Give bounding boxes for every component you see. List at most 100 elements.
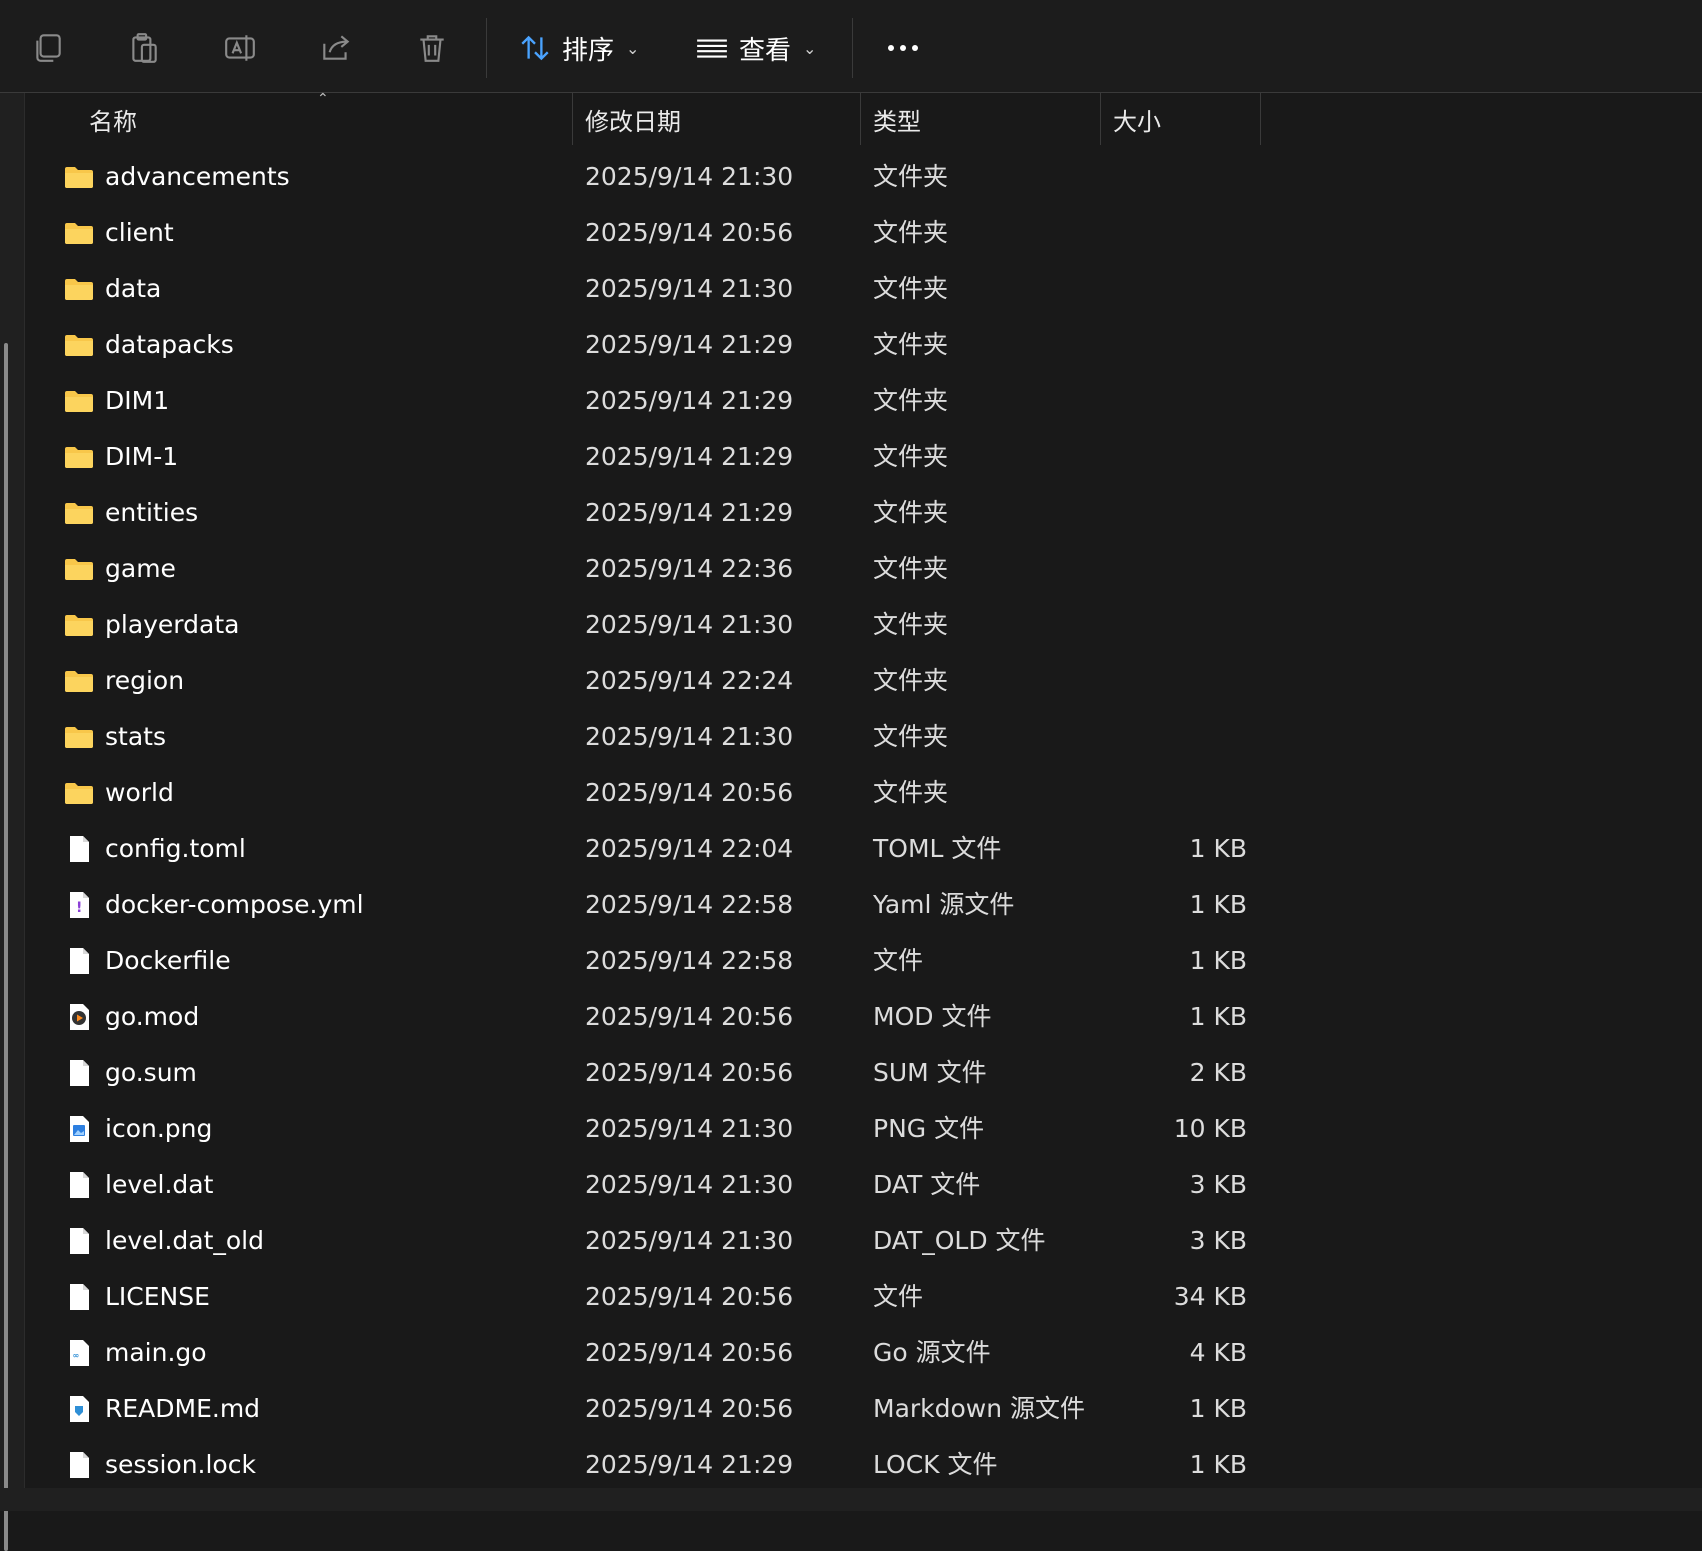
file-name: level.dat_old bbox=[105, 1226, 264, 1255]
file-row[interactable]: session.lock 2025/9/14 21:29 LOCK 文件 1 KB bbox=[25, 1437, 1675, 1493]
file-date: 2025/9/14 21:30 bbox=[585, 1226, 794, 1255]
file-row[interactable]: datapacks 2025/9/14 21:29 文件夹 bbox=[25, 317, 1675, 373]
file-icon bbox=[64, 1058, 94, 1088]
file-size: 1 KB bbox=[1189, 1002, 1247, 1031]
file-row[interactable]: world 2025/9/14 20:56 文件夹 bbox=[25, 765, 1675, 821]
file-name: Dockerfile bbox=[105, 946, 231, 975]
file-row[interactable]: icon.png 2025/9/14 21:30 PNG 文件 10 KB bbox=[25, 1101, 1675, 1157]
file-row[interactable]: DIM1 2025/9/14 21:29 文件夹 bbox=[25, 373, 1675, 429]
column-header-date[interactable]: 修改日期 bbox=[585, 93, 865, 145]
delete-icon[interactable] bbox=[408, 24, 456, 72]
view-button[interactable]: 查看 ⌄ bbox=[695, 22, 816, 74]
sort-icon bbox=[521, 35, 549, 61]
file-row[interactable]: level.dat 2025/9/14 21:30 DAT 文件 3 KB bbox=[25, 1157, 1675, 1213]
folder-icon bbox=[64, 554, 94, 584]
column-header-type[interactable]: 类型 bbox=[873, 93, 1093, 145]
file-row[interactable]: advancements 2025/9/14 21:30 文件夹 bbox=[25, 149, 1675, 205]
column-type-label: 类型 bbox=[873, 107, 921, 136]
file-row[interactable]: LICENSE 2025/9/14 20:56 文件 34 KB bbox=[25, 1269, 1675, 1325]
status-bar bbox=[0, 1488, 1702, 1511]
file-type: 文件夹 bbox=[873, 386, 949, 415]
file-type: 文件夹 bbox=[873, 442, 949, 471]
file-row[interactable]: config.toml 2025/9/14 22:04 TOML 文件 1 KB bbox=[25, 821, 1675, 877]
file-row[interactable]: data 2025/9/14 21:30 文件夹 bbox=[25, 261, 1675, 317]
file-date: 2025/9/14 20:56 bbox=[585, 1394, 794, 1423]
file-name: README.md bbox=[105, 1394, 261, 1423]
file-type: 文件夹 bbox=[873, 330, 949, 359]
file-name: region bbox=[105, 666, 185, 695]
yaml-file-icon: ! bbox=[64, 890, 94, 920]
folder-icon bbox=[64, 666, 94, 696]
file-name: stats bbox=[105, 722, 166, 751]
file-type: 文件夹 bbox=[873, 554, 949, 583]
file-row[interactable]: stats 2025/9/14 21:30 文件夹 bbox=[25, 709, 1675, 765]
svg-text:∞: ∞ bbox=[73, 1351, 80, 1360]
file-row[interactable]: DIM-1 2025/9/14 21:29 文件夹 bbox=[25, 429, 1675, 485]
column-header-name[interactable]: 名称 bbox=[89, 93, 589, 145]
folder-icon bbox=[64, 722, 94, 752]
file-date: 2025/9/14 22:36 bbox=[585, 554, 794, 583]
sort-button[interactable]: 排序 ⌄ bbox=[518, 22, 639, 74]
file-row[interactable]: go.sum 2025/9/14 20:56 SUM 文件 2 KB bbox=[25, 1045, 1675, 1101]
file-date: 2025/9/14 20:56 bbox=[585, 1282, 794, 1311]
file-type: Yaml 源文件 bbox=[873, 890, 1015, 919]
paste-icon[interactable] bbox=[120, 24, 168, 72]
file-row[interactable]: README.md 2025/9/14 20:56 Markdown 源文件 1 KB bbox=[25, 1381, 1675, 1437]
file-row[interactable]: go.mod 2025/9/14 20:56 MOD 文件 1 KB bbox=[25, 989, 1675, 1045]
file-date: 2025/9/14 20:56 bbox=[585, 1002, 794, 1031]
file-size bbox=[1085, 373, 1247, 429]
file-type: 文件夹 bbox=[873, 162, 949, 191]
file-list: 名称 ⌃ 修改日期 类型 大小 advancements 2025/9/14 21… bbox=[25, 91, 1702, 1488]
column-size-label: 大小 bbox=[1113, 107, 1161, 136]
copy-icon[interactable] bbox=[24, 24, 72, 72]
file-size: 4 KB bbox=[1189, 1338, 1247, 1367]
file-row[interactable]: ∞ main.go 2025/9/14 20:56 Go 源文件 4 KB bbox=[25, 1325, 1675, 1381]
file-row[interactable]: Dockerfile 2025/9/14 22:58 文件 1 KB bbox=[25, 933, 1675, 989]
file-rows: advancements 2025/9/14 21:30 文件夹 client 2025… bbox=[25, 149, 1675, 1493]
file-name: main.go bbox=[105, 1338, 207, 1367]
share-icon[interactable] bbox=[312, 24, 360, 72]
file-icon bbox=[64, 1282, 94, 1312]
toolbar-separator bbox=[852, 18, 853, 78]
vertical-scrollbar[interactable] bbox=[4, 343, 8, 1551]
column-header-size[interactable]: 大小 bbox=[1113, 93, 1263, 145]
more-options-button[interactable] bbox=[880, 30, 926, 66]
file-size bbox=[1085, 485, 1247, 541]
file-type: 文件夹 bbox=[873, 666, 949, 695]
file-row[interactable]: level.dat_old 2025/9/14 21:30 DAT_OLD 文件 3 … bbox=[25, 1213, 1675, 1269]
file-size bbox=[1085, 429, 1247, 485]
file-size bbox=[1085, 765, 1247, 821]
column-divider[interactable] bbox=[1260, 93, 1261, 145]
file-row[interactable]: region 2025/9/14 22:24 文件夹 bbox=[25, 653, 1675, 709]
file-name: game bbox=[105, 554, 176, 583]
folder-icon bbox=[64, 274, 94, 304]
file-type: 文件夹 bbox=[873, 722, 949, 751]
file-type: 文件 bbox=[873, 946, 924, 975]
column-header: 名称 ⌃ 修改日期 类型 大小 bbox=[25, 91, 1263, 145]
file-row[interactable]: game 2025/9/14 22:36 文件夹 bbox=[25, 541, 1675, 597]
file-name: datapacks bbox=[105, 330, 234, 359]
column-divider[interactable] bbox=[572, 93, 573, 145]
file-name: LICENSE bbox=[105, 1282, 210, 1311]
navigation-pane-edge bbox=[0, 93, 25, 1551]
file-date: 2025/9/14 21:30 bbox=[585, 722, 794, 751]
file-type: 文件夹 bbox=[873, 610, 949, 639]
file-date: 2025/9/14 20:56 bbox=[585, 1338, 794, 1367]
folder-icon bbox=[64, 442, 94, 472]
file-name: client bbox=[105, 218, 174, 247]
column-divider[interactable] bbox=[860, 93, 861, 145]
file-row[interactable]: ! docker-compose.yml 2025/9/14 22:58 Yaml 源… bbox=[25, 877, 1675, 933]
rename-icon[interactable] bbox=[216, 24, 264, 72]
file-type: TOML 文件 bbox=[873, 834, 1002, 863]
file-name: DIM-1 bbox=[105, 442, 179, 471]
column-divider[interactable] bbox=[1100, 93, 1101, 145]
file-date: 2025/9/14 22:04 bbox=[585, 834, 794, 863]
file-row[interactable]: playerdata 2025/9/14 21:30 文件夹 bbox=[25, 597, 1675, 653]
file-icon bbox=[64, 834, 94, 864]
sort-ascending-icon: ⌃ bbox=[317, 91, 329, 107]
file-row[interactable]: entities 2025/9/14 21:29 文件夹 bbox=[25, 485, 1675, 541]
folder-icon bbox=[64, 330, 94, 360]
file-size bbox=[1085, 653, 1247, 709]
file-size: 1 KB bbox=[1189, 1450, 1247, 1479]
file-row[interactable]: client 2025/9/14 20:56 文件夹 bbox=[25, 205, 1675, 261]
